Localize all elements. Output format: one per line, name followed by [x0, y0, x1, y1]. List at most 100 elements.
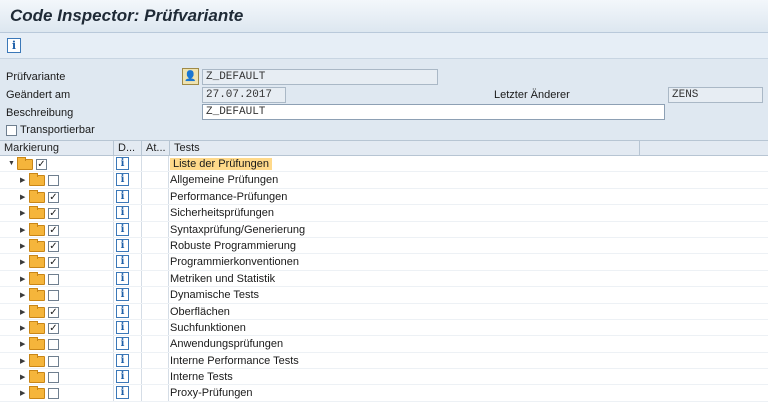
markierung-cell: ▶: [0, 172, 114, 188]
row-checkbox[interactable]: ✓: [48, 322, 59, 334]
tree-row[interactable]: ▶ i Dynamische Tests: [0, 287, 768, 304]
info-icon[interactable]: i: [116, 337, 129, 351]
test-name-cell[interactable]: Liste der Prüfungen: [170, 156, 273, 171]
expand-arrow-icon[interactable]: ▶: [20, 275, 25, 283]
tree-row[interactable]: ▶ ✓ i Suchfunktionen: [0, 319, 768, 337]
tree-row[interactable]: ▶ ✓ i Programmierkonventionen: [0, 254, 768, 271]
description-label: Beschreibung: [6, 107, 74, 119]
info-icon[interactable]: i: [116, 353, 129, 367]
folder-icon: [29, 189, 45, 203]
info-icon[interactable]: i: [116, 288, 129, 302]
info-icon[interactable]: i: [116, 206, 129, 220]
tree-root-row[interactable]: ▼ ✓ i Liste der Prüfungen: [0, 156, 768, 173]
variant-field: Z_DEFAULT: [202, 69, 438, 85]
info-icon[interactable]: i: [116, 386, 129, 400]
test-name-cell[interactable]: Proxy-Prüfungen: [170, 385, 253, 400]
test-name-cell[interactable]: Programmierkonventionen: [170, 254, 299, 269]
markierung-cell: ▶ ✓: [0, 319, 114, 336]
row-checkbox[interactable]: [48, 290, 59, 302]
header-attributes[interactable]: At...: [142, 141, 170, 156]
tree-row[interactable]: ▶ ✓ i Performance-Prüfungen: [0, 188, 768, 206]
row-checkbox[interactable]: ✓: [48, 224, 59, 236]
info-icon[interactable]: i: [116, 238, 129, 252]
tree-row[interactable]: ▶ i Proxy-Prüfungen: [0, 385, 768, 402]
expand-arrow-icon[interactable]: ▶: [20, 209, 25, 217]
variant-person-icon[interactable]: 👤: [182, 68, 199, 85]
tree-row[interactable]: ▶ i Anwendungsprüfungen: [0, 336, 768, 353]
info-icon[interactable]: i: [116, 370, 129, 384]
expand-arrow-icon[interactable]: ▶: [20, 389, 25, 397]
test-name-cell[interactable]: Suchfunktionen: [170, 320, 246, 335]
header-documentation[interactable]: D...: [114, 141, 142, 156]
test-name-cell[interactable]: Interne Tests: [170, 369, 233, 384]
info-icon[interactable]: i: [7, 38, 21, 53]
tree-row[interactable]: ▶ ✓ i Robuste Programmierung: [0, 237, 768, 255]
row-checkbox[interactable]: ✓: [48, 257, 59, 269]
row-checkbox[interactable]: [48, 372, 59, 384]
tree-row[interactable]: ▶ ✓ i Oberflächen: [0, 303, 768, 320]
row-checkbox[interactable]: ✓: [48, 240, 59, 252]
test-name: Metriken und Statistik: [170, 272, 276, 285]
test-name-cell[interactable]: Syntaxprüfung/Generierung: [170, 222, 305, 237]
expand-arrow-icon[interactable]: ▶: [20, 226, 25, 234]
markierung-cell: ▶: [0, 287, 114, 303]
test-name-cell[interactable]: Anwendungsprüfungen: [170, 336, 283, 351]
row-checkbox[interactable]: ✓: [36, 159, 47, 170]
tree-row[interactable]: ▶ ✓ i Syntaxprüfung/Generierung: [0, 221, 768, 238]
test-name-cell[interactable]: Sicherheitsprüfungen: [170, 205, 274, 220]
test-name-cell[interactable]: Performance-Prüfungen: [170, 189, 287, 204]
test-name: Oberflächen: [170, 305, 230, 318]
expand-arrow-icon[interactable]: ▶: [20, 308, 25, 316]
grid-body: ▼ ✓ i Liste der Prüfungen ▶ i Allgemeine Prüfu…: [0, 156, 768, 402]
title-bar: Code Inspector: Prüfvariante: [0, 0, 768, 33]
row-checkbox[interactable]: ✓: [48, 208, 59, 220]
row-checkbox[interactable]: ✓: [48, 191, 59, 203]
row-checkbox[interactable]: [48, 339, 59, 351]
expand-arrow-icon[interactable]: ▶: [20, 291, 25, 299]
info-icon[interactable]: i: [116, 222, 129, 236]
info-icon[interactable]: i: [116, 320, 129, 334]
info-icon[interactable]: i: [116, 189, 129, 203]
test-name-cell[interactable]: Allgemeine Prüfungen: [170, 172, 278, 187]
tree-row[interactable]: ▶ i Interne Performance Tests: [0, 352, 768, 370]
row-checkbox[interactable]: [48, 388, 59, 400]
documentation-cell: i: [114, 319, 142, 336]
expand-arrow-icon[interactable]: ▶: [20, 324, 25, 332]
expand-arrow-icon[interactable]: ▶: [20, 373, 25, 381]
expand-arrow-icon[interactable]: ▶: [20, 258, 25, 266]
info-icon[interactable]: i: [116, 157, 129, 170]
expand-arrow-icon[interactable]: ▶: [20, 176, 25, 184]
changed-date-field: 27.07.2017: [202, 87, 286, 103]
tree-row[interactable]: ▶ i Metriken und Statistik: [0, 270, 768, 288]
test-name: Performance-Prüfungen: [170, 190, 288, 203]
transport-checkbox-row[interactable]: Transportierbar: [6, 124, 95, 136]
info-icon[interactable]: i: [116, 271, 129, 285]
expand-arrow-icon[interactable]: ▶: [20, 357, 25, 365]
folder-icon: [29, 238, 45, 252]
row-checkbox[interactable]: [48, 355, 59, 367]
test-name-cell[interactable]: Robuste Programmierung: [170, 238, 296, 253]
documentation-cell: i: [114, 254, 142, 270]
transport-checkbox[interactable]: [6, 124, 17, 136]
row-checkbox[interactable]: [48, 175, 59, 187]
info-icon[interactable]: i: [116, 304, 129, 318]
test-name-cell[interactable]: Oberflächen: [170, 304, 230, 319]
row-checkbox[interactable]: ✓: [48, 306, 59, 318]
row-checkbox[interactable]: [48, 273, 59, 285]
test-name-cell[interactable]: Interne Performance Tests: [170, 353, 299, 368]
expand-arrow-icon[interactable]: ▶: [20, 242, 25, 250]
info-icon[interactable]: i: [116, 255, 129, 269]
description-input[interactable]: Z_DEFAULT: [202, 104, 665, 120]
tree-row[interactable]: ▶ i Interne Tests: [0, 369, 768, 386]
header-markierung[interactable]: Markierung: [0, 141, 114, 156]
changed-label: Geändert am: [6, 89, 71, 101]
header-tests[interactable]: Tests: [170, 141, 640, 156]
expand-arrow-icon[interactable]: ▶: [20, 340, 25, 348]
test-name-cell[interactable]: Dynamische Tests: [170, 287, 259, 302]
collapse-arrow-icon[interactable]: ▼: [8, 160, 15, 167]
test-name-cell[interactable]: Metriken und Statistik: [170, 271, 275, 286]
expand-arrow-icon[interactable]: ▶: [20, 193, 25, 201]
tree-row[interactable]: ▶ ✓ i Sicherheitsprüfungen: [0, 205, 768, 222]
tree-row[interactable]: ▶ i Allgemeine Prüfungen: [0, 172, 768, 189]
info-icon[interactable]: i: [116, 173, 129, 187]
